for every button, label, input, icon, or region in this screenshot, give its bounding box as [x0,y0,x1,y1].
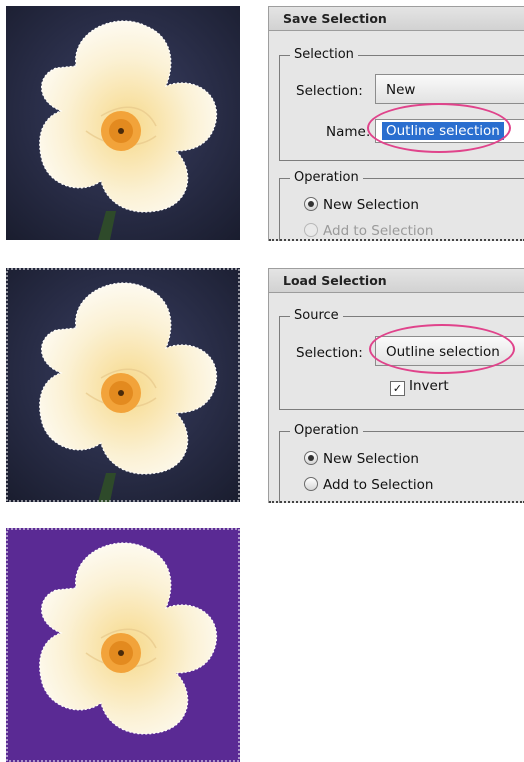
selection-dropdown-value: New [386,82,416,98]
flower-photo-purple-background [6,528,240,762]
radio-selected-icon [304,451,318,465]
radio-add-to-selection[interactable]: Add to Selection [304,476,434,494]
selection-group: Selection Selection: New Name: Outline s… [279,47,524,161]
flower-photo-selection-outline [6,6,240,240]
group-title: Operation [290,170,363,185]
selection-dropdown[interactable]: New [375,74,524,104]
torn-edge [269,501,524,503]
radio-label: Add to Selection [323,477,434,493]
selection-label: Selection: [296,345,363,361]
torn-edge [269,239,524,241]
source-group: Source Selection: Outline selection ✓ Inv… [279,308,524,410]
radio-label: Add to Selection [323,223,434,239]
group-title: Selection [290,47,358,62]
load-selection-dialog: Load Selection Source Selection: Outline… [268,268,524,503]
operation-group: Operation New Selection Add to Selection [279,170,524,241]
save-selection-dialog: Save Selection Selection Selection: New … [268,6,524,241]
invert-checkbox[interactable]: ✓ Invert [390,378,449,396]
selection-dropdown[interactable]: Outline selection [375,336,524,366]
radio-add-to-selection[interactable]: Add to Selection [304,222,434,240]
invert-label: Invert [409,378,449,394]
name-field-value: Outline selection [382,122,504,140]
radio-new-selection[interactable]: New Selection [304,196,419,214]
selection-label: Selection: [296,83,363,99]
radio-selected-icon [304,197,318,211]
flower-photo-loaded-selection [6,268,240,502]
group-title: Source [290,308,343,323]
name-label: Name: [326,124,371,140]
dialog-title: Load Selection [269,269,524,293]
checkmark-icon: ✓ [390,381,405,396]
name-field[interactable]: Outline selection [375,119,524,143]
group-title: Operation [290,423,363,438]
radio-label: New Selection [323,451,419,467]
radio-icon [304,223,318,237]
radio-icon [304,477,318,491]
operation-group: Operation New Selection Add to Selection [279,423,524,503]
dialog-title: Save Selection [269,7,524,31]
selection-dropdown-value: Outline selection [386,344,500,360]
radio-label: New Selection [323,197,419,213]
radio-new-selection[interactable]: New Selection [304,450,419,468]
